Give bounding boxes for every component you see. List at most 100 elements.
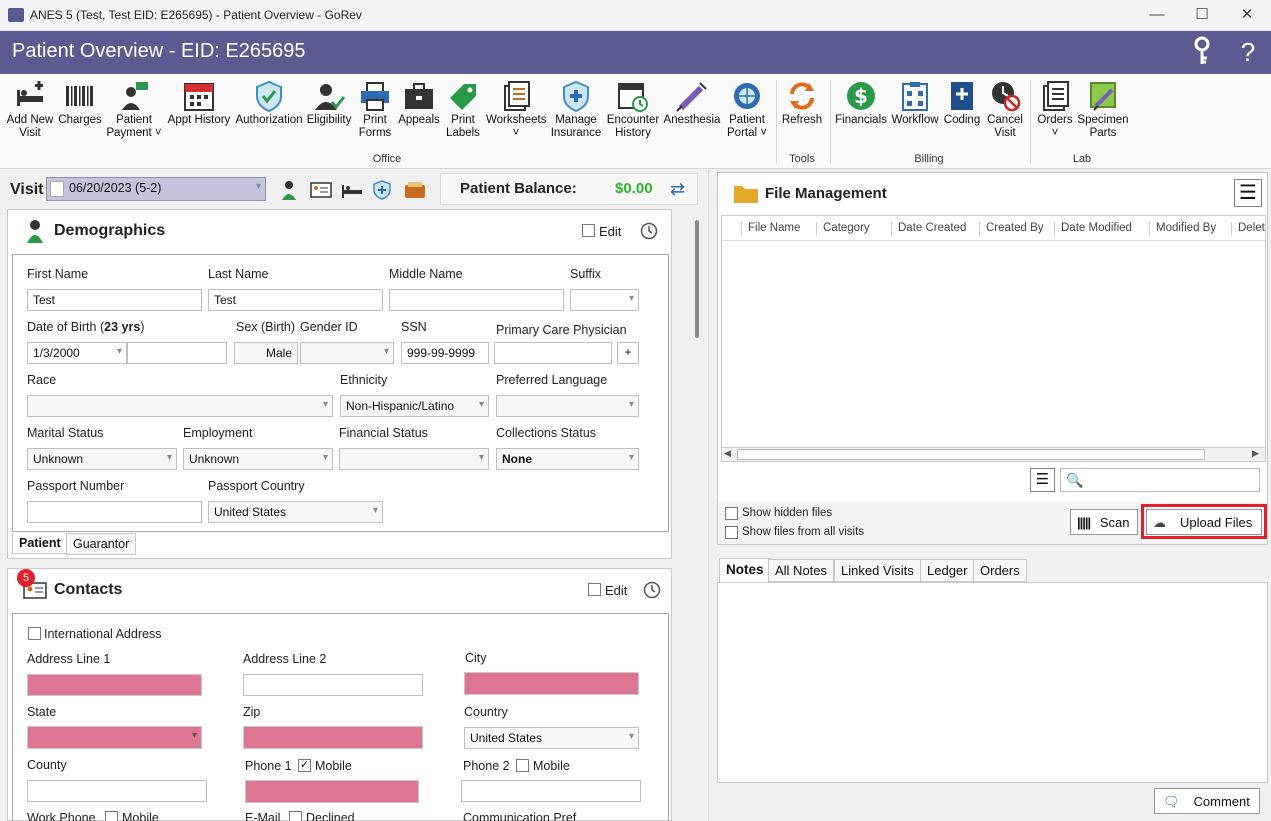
appt-history-button[interactable]: Appt History (166, 80, 232, 152)
history-clock-icon[interactable] (640, 222, 658, 243)
help-icon[interactable]: ? (1233, 37, 1263, 68)
charges-button[interactable]: Charges (56, 80, 104, 152)
ssn-input[interactable]: 999-99-9999 (401, 342, 489, 364)
show-hidden-files-checkbox[interactable] (725, 507, 738, 520)
manage-insurance-button[interactable]: Manage Insurance (548, 80, 604, 152)
swap-icon[interactable]: ⇄ (670, 179, 685, 200)
tab-notes[interactable]: Notes (719, 558, 771, 583)
column-header-file-name[interactable]: File Name (741, 222, 816, 236)
country-select[interactable]: United States (464, 727, 639, 749)
contacts-history-clock-icon[interactable] (643, 581, 661, 602)
encounter-history-button[interactable]: Encounter History (604, 80, 662, 152)
list-options-button[interactable]: ☰ (1030, 468, 1055, 492)
add-new-visit-button[interactable]: Add New Visit (4, 80, 56, 152)
cancel-visit-button[interactable]: Cancel Visit (984, 80, 1026, 152)
column-header-date-created[interactable]: Date Created (891, 222, 980, 236)
dob-input[interactable]: 1/3/2000 (27, 342, 127, 364)
collections-status-select[interactable]: None (496, 448, 639, 470)
tab-guarantor[interactable]: Guarantor (66, 533, 137, 555)
city-input[interactable] (464, 672, 639, 695)
orders-button[interactable]: Orders ˅ (1034, 80, 1076, 152)
keys-icon[interactable] (1187, 36, 1217, 73)
suffix-select[interactable] (570, 289, 639, 311)
id-card-icon[interactable] (310, 182, 332, 201)
phone2-input[interactable] (461, 780, 641, 802)
maximize-button[interactable]: ☐ (1182, 4, 1222, 26)
work-phone-mobile-checkbox[interactable] (105, 811, 118, 821)
patient-payment-button[interactable]: Patient Payment ˅ (106, 80, 162, 152)
anesthesia-button[interactable]: Anesthesia (662, 80, 722, 152)
address-line2-input[interactable] (243, 674, 423, 696)
close-button[interactable]: ✕ (1227, 4, 1267, 26)
workflow-button[interactable]: Workflow (890, 80, 940, 152)
demographics-edit-checkbox[interactable] (582, 224, 595, 237)
print-labels-button[interactable]: Print Labels (442, 80, 484, 152)
preferred-language-select[interactable] (496, 395, 639, 417)
tab-ledger[interactable]: Ledger (920, 559, 975, 582)
tab-linked-visits[interactable]: Linked Visits (834, 559, 921, 582)
file-menu-button[interactable]: ☰ (1234, 179, 1262, 207)
visit-select-checkbox[interactable] (50, 181, 64, 197)
pcp-label: Primary Care Physician (496, 323, 627, 337)
insurance-small-icon[interactable] (372, 180, 392, 203)
visit-select[interactable]: 06/20/2023 (5-2) (46, 177, 266, 201)
tab-all-notes[interactable]: All Notes (768, 559, 835, 582)
print-forms-button[interactable]: Print Forms (354, 80, 396, 152)
minimize-button[interactable]: — (1137, 4, 1177, 26)
specimen-parts-button[interactable]: Specimen Parts (1076, 80, 1130, 152)
time-stepper[interactable] (127, 342, 227, 364)
state-select[interactable]: ▾ (27, 726, 202, 749)
coding-button[interactable]: Coding (940, 80, 984, 152)
panel-splitter[interactable] (708, 170, 709, 821)
address-line1-input[interactable] (27, 674, 202, 696)
first-name-input[interactable]: Test (27, 289, 202, 311)
column-header-category[interactable]: Category (816, 222, 893, 236)
pcp-add-button[interactable]: + (617, 342, 639, 364)
show-all-visits-checkbox[interactable] (725, 526, 738, 539)
scroll-left-arrow[interactable]: ◀ (724, 448, 731, 459)
patient-portal-button[interactable]: Patient Portal ˅ (722, 80, 772, 152)
international-address-checkbox[interactable] (28, 627, 41, 640)
race-select[interactable] (27, 395, 333, 417)
financials-button[interactable]: $ Financials (834, 80, 888, 152)
phone1-input[interactable] (245, 780, 419, 803)
patient-icon[interactable] (280, 180, 298, 203)
phone2-mobile-checkbox[interactable] (516, 759, 529, 772)
worksheets-button[interactable]: Worksheets ˅ (486, 80, 547, 152)
authorization-button[interactable]: Authorization (234, 80, 304, 152)
gender-id-select[interactable] (300, 342, 394, 364)
demographics-scrollbar[interactable] (695, 220, 699, 338)
scan-button[interactable]: ||||| Scan (1070, 509, 1138, 535)
comment-button[interactable]: 🗨 Comment (1154, 788, 1260, 814)
email-declined-checkbox[interactable] (289, 811, 302, 821)
scroll-right-arrow[interactable]: ▶ (1252, 448, 1259, 459)
tab-patient[interactable]: Patient (12, 533, 68, 554)
eligibility-button[interactable]: Eligibility (304, 80, 354, 152)
file-search-input[interactable]: 🔍 (1060, 468, 1260, 492)
column-header-modified-by[interactable]: Modified By (1149, 222, 1231, 236)
contacts-edit-checkbox[interactable] (588, 583, 601, 596)
ethnicity-select[interactable]: Non-Hispanic/Latino (340, 395, 489, 417)
appeals-button[interactable]: Appeals (396, 80, 442, 152)
sex-select[interactable]: Male (234, 342, 298, 364)
upload-files-button[interactable]: ☁ Upload Files (1146, 509, 1262, 535)
bed-small-icon[interactable] (341, 182, 363, 201)
financial-status-select[interactable] (339, 448, 489, 470)
county-input[interactable] (27, 780, 207, 802)
middle-name-input[interactable] (389, 289, 564, 311)
refresh-button[interactable]: Refresh (780, 80, 824, 152)
marital-status-select[interactable]: Unknown (27, 448, 177, 470)
zip-input[interactable] (243, 726, 423, 749)
scroll-thumb[interactable] (737, 449, 1205, 460)
last-name-input[interactable]: Test (208, 289, 383, 311)
employment-select[interactable]: Unknown (183, 448, 333, 470)
passport-country-select[interactable]: United States (208, 501, 383, 523)
passport-number-input[interactable] (27, 501, 202, 523)
pcp-input[interactable] (494, 342, 612, 364)
phone1-mobile-checkbox[interactable]: ✓ (298, 759, 311, 772)
column-header-delete[interactable]: Delet (1231, 222, 1265, 236)
column-header-created-by[interactable]: Created By (979, 222, 1054, 236)
wallet-icon[interactable] (404, 180, 426, 203)
column-header-date-modified[interactable]: Date Modified (1054, 222, 1150, 236)
tab-orders[interactable]: Orders (973, 559, 1027, 582)
